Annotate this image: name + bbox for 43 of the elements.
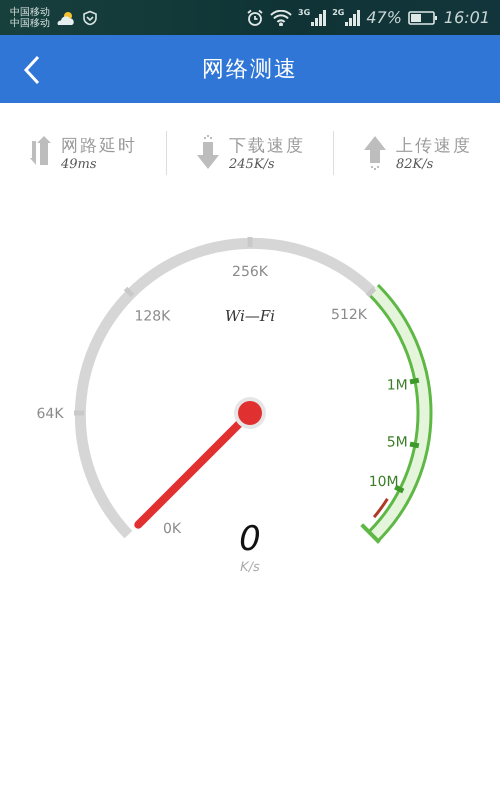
alarm-icon (246, 8, 264, 26)
signal-icon (310, 8, 326, 26)
tick-mark (410, 442, 420, 448)
scale-label: 0K (162, 521, 182, 537)
stat-value: 245K/s (229, 157, 276, 172)
page-title: 网络测速 (202, 56, 298, 84)
speed-reading: 0 (239, 519, 261, 559)
tick-mark (124, 286, 134, 298)
network-type: Wi—Fi (224, 307, 276, 325)
carrier-name: 中国移动 (10, 6, 50, 18)
tick-mark (248, 237, 252, 247)
scale-label: 512K (331, 307, 367, 323)
chevron-left-icon (22, 55, 42, 85)
clock-time: 16:01 (444, 8, 490, 27)
carrier-name: 中国移动 (10, 18, 50, 28)
download-arrow-icon (195, 135, 221, 171)
scale-label: 64K (36, 406, 64, 422)
signal-icon (344, 8, 360, 26)
battery-icon (408, 10, 438, 26)
stat-label: 上传速度 (396, 135, 472, 157)
speed-unit: K/s (240, 560, 260, 575)
weather-icon (56, 10, 76, 26)
needle-hub (234, 397, 266, 429)
scale-label: 128K (134, 308, 170, 324)
stat-value: 82K/s (396, 157, 434, 172)
wifi-icon (270, 10, 292, 26)
battery-percentage: 47% (366, 8, 402, 27)
stat-label: 下载速度 (229, 135, 305, 157)
tick-mark (410, 378, 420, 384)
network-type-label: 3G (298, 8, 310, 16)
stat-label: 网路延时 (61, 135, 137, 157)
tick-mark (366, 286, 376, 298)
upload-arrow-icon (362, 135, 388, 171)
tick-mark (394, 484, 404, 494)
network-type-label: 2G (332, 8, 344, 16)
shield-icon (82, 10, 98, 26)
scale-label: 5M (386, 434, 408, 451)
scale-label: 256K (232, 264, 268, 280)
tick-mark (74, 410, 84, 416)
stat-value: 49ms (61, 157, 98, 172)
scale-label: 1M (386, 377, 408, 394)
gauge-end-mark (372, 498, 389, 518)
scale-label: 10M (368, 474, 399, 490)
